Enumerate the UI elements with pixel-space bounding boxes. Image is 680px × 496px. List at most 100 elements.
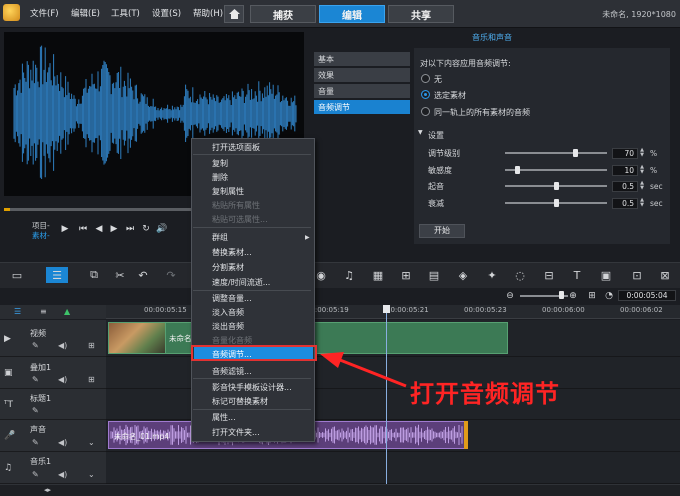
release-stepper[interactable]: ▲ ▼ [639,198,645,209]
menu-item-properties[interactable]: 属性... [212,412,236,423]
playhead[interactable] [386,305,387,485]
sensitivity-stepper[interactable]: ▲ ▼ [639,165,645,176]
menu-item-paste-all-attributes[interactable]: 粘贴所有属性 [212,200,260,211]
menu-item-paste-selected-attributes[interactable]: 粘贴可选属性... [212,214,268,225]
track-head-overlay[interactable]: ▣ 叠加1 ✎ ◀) ⊞ [0,357,106,389]
split-screen-icon[interactable]: ⊟ [541,267,557,283]
motion-track-icon[interactable]: ⊞ [398,267,414,283]
fit-icon[interactable]: ⊞ [584,288,600,304]
level-slider-thumb[interactable] [573,149,578,157]
zoom-out-icon[interactable]: ⊖ [502,288,518,304]
timecode-display[interactable]: 0:00:05:04 [618,290,676,301]
next-frame-icon[interactable]: ▶ [107,222,121,236]
menu-item-open-folder[interactable]: 打开文件夹... [212,427,260,438]
undo-icon[interactable]: ↶ [135,267,151,283]
menu-item-speed-timelapse[interactable]: 速度/时间流逝... [212,277,270,288]
audio-clip-trim-handle[interactable] [464,421,468,449]
menu-item-adjust-volume[interactable]: 调整音量... [212,293,252,304]
overlay-icon[interactable]: ⊡ [629,267,645,283]
menu-help[interactable]: 帮助(H) [193,7,223,19]
speed-icon[interactable]: ✦ [484,267,500,283]
release-value[interactable]: 0.5 [612,198,638,209]
clock-icon[interactable]: ◔ [601,288,617,304]
play-icon[interactable]: ▶ [58,222,72,236]
menu-item-copy[interactable]: 复制 [212,158,228,169]
more-icon[interactable]: ⊠ [657,267,673,283]
volume-icon[interactable]: ◀) [58,375,67,384]
track-head-voice[interactable]: 🎤 声音 ✎ ◀) ⌄ [0,420,106,452]
menu-item-audio-filter[interactable]: 音频滤镜... [212,366,252,377]
radio-selected-clip[interactable] [421,90,430,99]
menu-item-mark-replaceable[interactable]: 标记可替换素材 [212,396,268,407]
menu-item-open-options[interactable]: 打开选项面板 [212,142,260,153]
scroll-left-icon[interactable]: ◂▸ [44,486,51,494]
sensitivity-slider-thumb[interactable] [515,166,520,174]
volume-icon[interactable]: ◀) [58,438,67,447]
zoom-slider-thumb[interactable] [559,291,564,299]
release-slider-thumb[interactable] [554,199,559,207]
chapter-icon[interactable]: ≡ [40,307,47,316]
attack-slider-thumb[interactable] [554,182,559,190]
level-value[interactable]: 70 [612,148,638,159]
tab-effects[interactable]: 效果 [314,68,410,82]
copy-track-icon[interactable]: ⧉ [86,267,102,283]
volume-icon[interactable]: 🔊 [155,222,169,236]
scrubber-handle[interactable] [4,208,10,211]
storyboard-view-icon[interactable]: ▭ [9,267,25,283]
menu-item-template-designer[interactable]: 影音快手模板设计器... [212,382,292,393]
home-start-icon[interactable]: ⏮ [76,222,90,236]
title-icon[interactable]: T [569,267,585,283]
tab-share[interactable]: 共享 [388,5,454,23]
radio-none[interactable] [421,74,430,83]
attack-value[interactable]: 0.5 [612,181,638,192]
zoom-in-icon[interactable]: ⊕ [565,288,581,304]
mode-clip[interactable]: 素材- [32,230,50,241]
volume-icon[interactable]: ◀) [58,341,67,350]
tab-edit[interactable]: 编辑 [319,5,385,23]
lock-icon[interactable]: ✎ [32,375,39,384]
lock-icon[interactable]: ✎ [32,438,39,447]
tab-volume[interactable]: 音量 [314,84,410,98]
level-stepper[interactable]: ▲ ▼ [639,148,645,159]
expand-icon[interactable]: ⌄ [88,438,95,447]
menu-item-replace-clip[interactable]: 替换素材... [212,247,252,258]
collapse-triangle-icon[interactable]: ▼ [418,129,423,136]
subtitle-icon[interactable]: ▤ [426,267,442,283]
track-head-video[interactable]: ▶ 视频 ✎ ◀) ⊞ [0,320,106,357]
audio-mixer-icon[interactable]: ♫ [341,267,357,283]
menu-settings[interactable]: 设置(S) [152,7,181,19]
auto-music-icon[interactable]: ▦ [370,267,386,283]
menu-item-copy-attributes[interactable]: 复制属性 [212,186,244,197]
playhead-handle[interactable] [383,305,390,313]
prev-frame-icon[interactable]: ◀ [92,222,106,236]
transition-icon[interactable]: ◌ [512,267,528,283]
tab-capture[interactable]: 捕获 [250,5,316,23]
sensitivity-value[interactable]: 10 [612,165,638,176]
timeline-view-icon[interactable]: ☰ [46,267,68,283]
menu-tools[interactable]: 工具(T) [111,7,140,19]
track-manager-icon[interactable]: ☰ [14,307,21,316]
menu-edit[interactable]: 编辑(E) [71,7,100,19]
sensitivity-slider[interactable] [505,169,607,171]
track-head-music[interactable]: ♫ 音乐1 ✎ ◀) ⌄ [0,452,106,484]
repeat-icon[interactable]: ↻ [139,222,153,236]
menu-item-delete[interactable]: 删除 [212,172,228,183]
lock-icon[interactable]: ✎ [32,341,39,350]
ripple-icon[interactable]: ⊞ [88,375,95,384]
home-tab[interactable] [224,5,244,23]
ripple-icon[interactable]: ⊞ [88,341,95,350]
menu-item-group[interactable]: 群组 [212,232,228,243]
tab-basic[interactable]: 基本 [314,52,410,66]
lock-icon[interactable]: ✎ [32,406,39,415]
mask-icon[interactable]: ◈ [455,267,471,283]
menu-item-fade-in[interactable]: 淡入音频 [212,307,244,318]
filter-icon[interactable]: ▣ [598,267,614,283]
end-icon[interactable]: ⏭ [123,222,137,236]
menu-item-split-clip[interactable]: 分割素材 [212,262,244,273]
tab-audio-adjust[interactable]: 音频调节 [314,100,410,114]
menu-file[interactable]: 文件(F) [30,7,59,19]
menu-item-fade-out[interactable]: 淡出音频 [212,321,244,332]
expand-icon[interactable]: ⌄ [88,470,95,479]
record-icon[interactable]: ◉ [313,267,329,283]
tools-icon[interactable]: ✂ [112,267,128,283]
